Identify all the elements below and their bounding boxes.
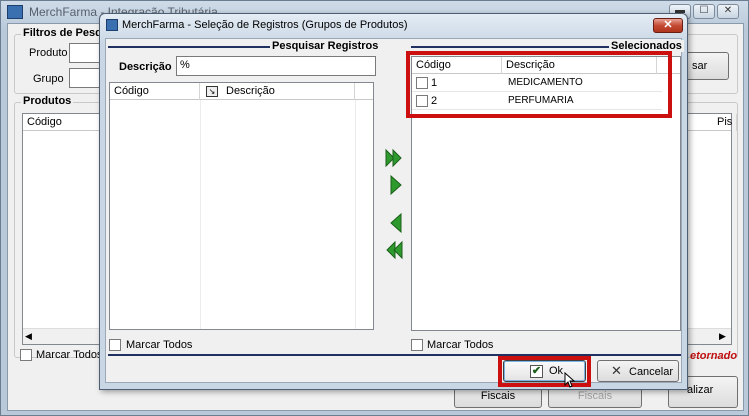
- remove-all-icon[interactable]: [384, 240, 404, 260]
- dialog-close-button[interactable]: ✕: [653, 18, 683, 33]
- main-marcar-todos-label: Marcar Todos: [36, 349, 103, 361]
- selection-dialog: MerchFarma - Seleção de Registros (Grupo…: [99, 13, 688, 390]
- maximize-button[interactable]: ☐: [693, 4, 715, 19]
- produto-label: Produto: [29, 47, 68, 59]
- ok-label: Ok: [549, 365, 564, 377]
- remove-one-icon[interactable]: [386, 213, 406, 233]
- scroll-left-icon[interactable]: ◀: [25, 331, 32, 342]
- retornado-status: etornado: [690, 350, 738, 362]
- grupo-label: Grupo: [33, 73, 64, 85]
- descricao-label: Descrição: [119, 61, 172, 73]
- descricao-input[interactable]: %: [176, 56, 376, 76]
- cancel-label: Cancelar: [629, 366, 674, 378]
- left-marcar-todos-checkbox[interactable]: [109, 339, 121, 351]
- cancel-x-icon: ✕: [611, 363, 622, 378]
- ok-button[interactable]: ✔ Ok: [503, 360, 586, 388]
- mouse-cursor-icon: [564, 372, 576, 388]
- search-col-descricao[interactable]: Descrição: [200, 83, 355, 100]
- dialog-title: MerchFarma - Seleção de Registros (Grupo…: [122, 19, 408, 31]
- right-marcar-todos-checkbox[interactable]: [411, 339, 423, 351]
- add-one-icon[interactable]: [386, 175, 406, 195]
- right-marcar-todos-label: Marcar Todos: [427, 339, 494, 351]
- produtos-col-pis[interactable]: Pis: [713, 114, 737, 131]
- selected-rows-highlight: [406, 51, 672, 118]
- dialog-client-area: Pesquisar Registros Descrição % Código D…: [105, 38, 684, 388]
- sort-icon[interactable]: ↘: [206, 86, 218, 97]
- produtos-group-title: Produtos: [21, 95, 74, 107]
- pesquisar-registros-title: Pesquisar Registros: [270, 40, 381, 52]
- search-grid-col-divider-2: [355, 100, 356, 329]
- search-grid-header: Código Descrição ↘: [110, 83, 373, 100]
- scroll-right-icon[interactable]: ▶: [719, 331, 726, 342]
- add-all-icon[interactable]: [384, 148, 404, 168]
- close-button[interactable]: ✕: [717, 4, 739, 19]
- search-grid-col-divider: [200, 100, 201, 329]
- search-col-codigo[interactable]: Código: [110, 83, 200, 100]
- descricao-input-value: %: [180, 59, 190, 71]
- ok-check-icon: ✔: [530, 365, 543, 378]
- dialog-app-icon: [106, 19, 118, 31]
- app-icon: [7, 5, 23, 19]
- filters-group-title: Filtros de Pesqu: [21, 27, 111, 39]
- produtos-col-codigo[interactable]: Código: [23, 114, 103, 131]
- main-marcar-todos-checkbox[interactable]: [20, 349, 32, 361]
- pesquisar-button[interactable]: sar: [683, 52, 729, 80]
- search-results-grid[interactable]: Código Descrição ↘: [109, 82, 374, 330]
- cancel-button[interactable]: ✕ Cancelar: [597, 360, 679, 382]
- left-marcar-todos-label: Marcar Todos: [126, 339, 193, 351]
- bottom-section-rule: [108, 354, 681, 356]
